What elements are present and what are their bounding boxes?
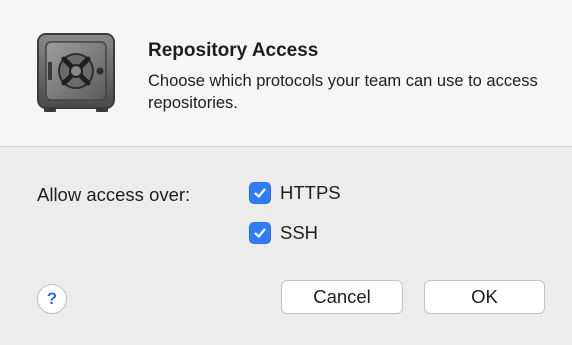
checkmark-icon bbox=[254, 228, 266, 238]
help-button[interactable]: ? bbox=[37, 284, 67, 314]
ssh-option[interactable]: SSH bbox=[249, 222, 318, 244]
dialog-header: Repository Access Choose which protocols… bbox=[0, 0, 572, 147]
vault-icon bbox=[37, 33, 115, 112]
dialog-title: Repository Access bbox=[148, 40, 319, 61]
checkmark-icon bbox=[254, 188, 266, 198]
https-checkbox[interactable] bbox=[249, 182, 271, 204]
ssh-checkbox[interactable] bbox=[249, 222, 271, 244]
ok-button[interactable]: OK bbox=[424, 280, 545, 314]
https-label: HTTPS bbox=[280, 182, 341, 203]
repository-access-dialog: Repository Access Choose which protocols… bbox=[0, 0, 572, 345]
ssh-label: SSH bbox=[280, 222, 319, 243]
dialog-description: Choose which protocols your team can use… bbox=[148, 72, 538, 112]
allow-access-label: Allow access over: bbox=[37, 184, 191, 205]
https-option[interactable]: HTTPS bbox=[249, 182, 341, 204]
cancel-button[interactable]: Cancel bbox=[281, 280, 403, 314]
